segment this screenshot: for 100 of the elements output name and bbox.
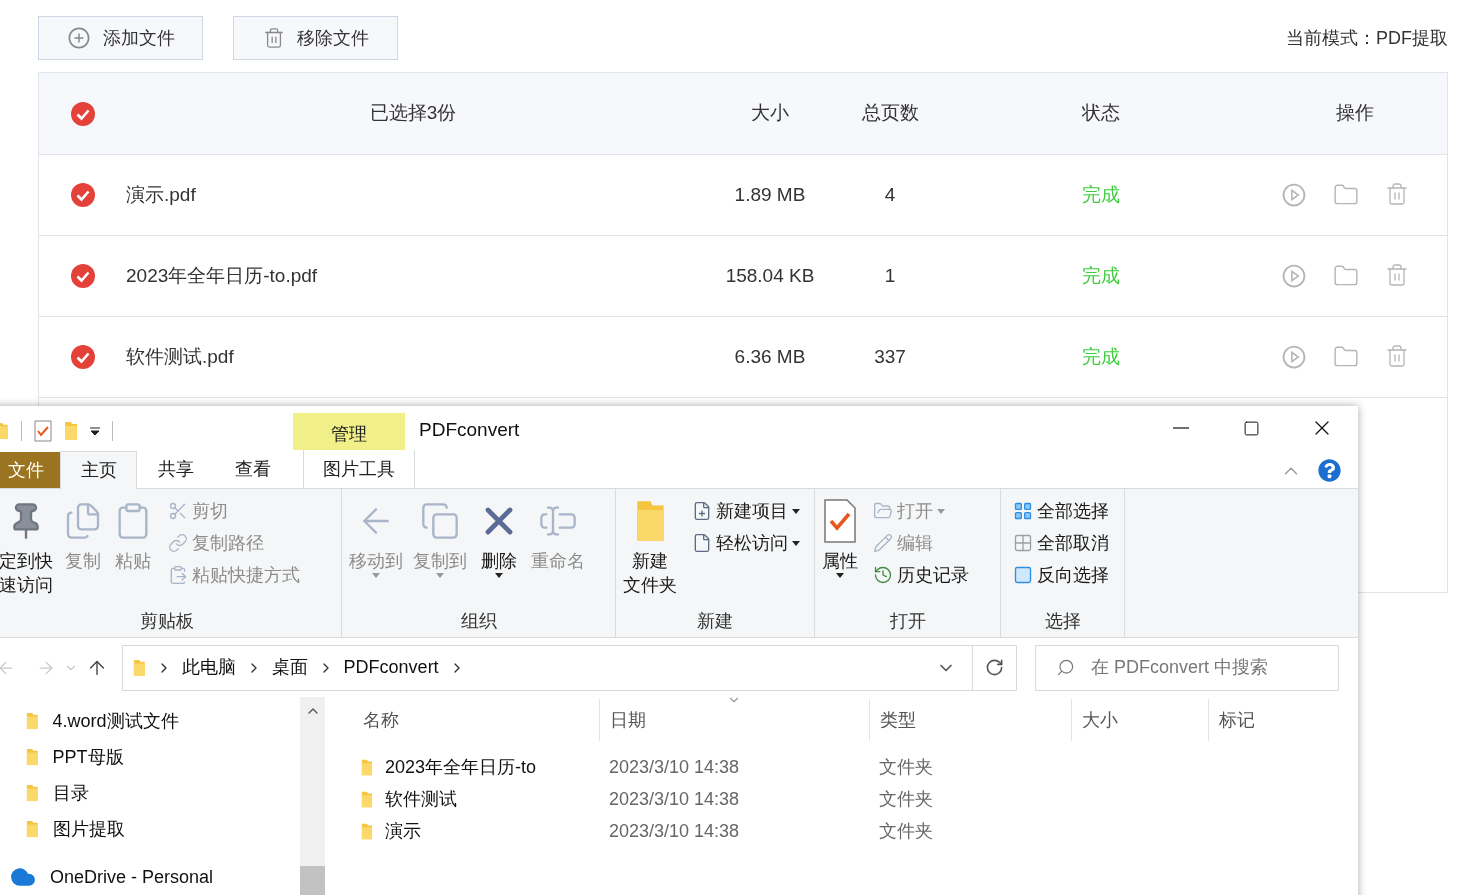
nav-item[interactable]: 图片提取 [0, 811, 300, 847]
checkbox[interactable] [69, 263, 96, 289]
link-icon [168, 533, 188, 553]
caret-icon [836, 573, 844, 578]
ribbon-tab[interactable]: 查看 [214, 450, 291, 488]
folder-icon [361, 822, 373, 840]
scrollbar-thumb[interactable] [300, 866, 325, 895]
paste-shortcut-icon [168, 565, 188, 585]
ribbon-tab[interactable]: 文件 [0, 452, 60, 488]
status-text: 完成 [1081, 263, 1121, 288]
open-icon [873, 501, 893, 521]
add-file-button[interactable]: 添加文件 [38, 16, 203, 60]
address-bar[interactable]: 此电脑 桌面 PDFconvert [122, 644, 1017, 691]
scissors-icon [168, 501, 188, 521]
group-label: 打开 [889, 610, 926, 633]
folder-icon [26, 712, 39, 730]
new-folder-icon [634, 499, 666, 543]
search-field[interactable]: 在 PDFconvert 中搜索 [1035, 644, 1339, 691]
plus-icon [66, 26, 91, 50]
new-item-icon [692, 501, 712, 521]
play-icon[interactable] [1280, 182, 1307, 208]
ribbon-button[interactable]: 属性 [819, 497, 861, 578]
column-header[interactable]: 大小 [1082, 706, 1118, 734]
edit-icon [873, 533, 893, 553]
file-name: 软件测试.pdf [126, 344, 235, 369]
properties-icon [823, 499, 857, 543]
ribbon-button[interactable]: 全部选择 [1009, 497, 1113, 525]
minimize-icon [1173, 427, 1189, 429]
date-cell-text: 2023/3/10 14:38 [608, 819, 741, 843]
status-text: 完成 [1081, 344, 1121, 369]
ribbon-tab[interactable]: 图片工具 [303, 450, 415, 488]
play-icon[interactable] [1280, 263, 1307, 289]
ribbon-tab[interactable]: 主页 [60, 451, 137, 489]
invert-selection-icon [1013, 565, 1033, 585]
breadcrumb[interactable]: 桌面 [271, 654, 308, 681]
history-icon [873, 565, 893, 585]
breadcrumb[interactable]: 此电脑 [181, 654, 236, 681]
file-name[interactable]: 演示 [384, 817, 421, 845]
file-name[interactable]: 软件测试 [384, 785, 457, 813]
mode-label: 当前模式：PDF提取 [1286, 26, 1448, 50]
nav-item[interactable]: 目录 [0, 775, 300, 811]
caret-icon [495, 573, 503, 578]
checkbox[interactable] [69, 182, 96, 208]
date-cell-text: 2023/3/10 14:38 [608, 787, 741, 811]
nav-item[interactable]: OneDrive - Personal [0, 859, 300, 895]
help-icon[interactable] [1318, 459, 1341, 482]
play-icon[interactable] [1280, 344, 1307, 370]
folder-icon [361, 790, 373, 808]
ribbon-button[interactable]: 新建项目 [688, 497, 804, 525]
column-header: 状态 [1081, 101, 1121, 126]
group-label: 选择 [1044, 610, 1081, 633]
ribbon-button[interactable]: 删除 [474, 497, 524, 578]
ribbon-button[interactable]: 新建 文件夹 [620, 497, 680, 597]
type-cell-text: 文件夹 [878, 787, 934, 811]
ribbon-tab[interactable]: 共享 [137, 450, 214, 488]
column-header: 总页数 [860, 101, 920, 126]
remove-file-button[interactable]: 移除文件 [233, 16, 398, 60]
folder-icon [26, 784, 39, 802]
copy-icon [420, 501, 460, 541]
caret-icon [372, 573, 380, 578]
table-cell-text: 1.89 MB [733, 182, 807, 207]
group-label: 剪贴板 [139, 610, 194, 633]
column-header[interactable]: 日期 [610, 706, 646, 734]
context-tab-header: 管理 [293, 413, 405, 450]
breadcrumb[interactable]: PDFconvert [343, 654, 439, 681]
refresh-icon[interactable] [985, 658, 1004, 677]
column-header[interactable]: 名称 [363, 706, 399, 734]
column-header: 大小 [750, 101, 790, 126]
trash-icon [262, 27, 285, 49]
search-icon [1056, 658, 1075, 677]
table-cell-text: 6.36 MB [733, 344, 807, 369]
date-cell-text: 2023/3/10 14:38 [608, 755, 741, 779]
ribbon-button[interactable]: 历史记录 [869, 561, 973, 589]
table-cell-text: 337 [873, 344, 907, 369]
window-title: PDFconvert [419, 418, 520, 442]
checkbox[interactable] [69, 100, 96, 127]
nav-item[interactable]: PPT母版 [0, 739, 300, 775]
table-cell-text: 1 [883, 263, 897, 288]
ribbon-button[interactable]: 轻松访问 [688, 529, 804, 557]
select-none-icon [1013, 533, 1033, 553]
checkbox[interactable] [69, 344, 96, 370]
group-label: 组织 [460, 610, 497, 633]
column-header: 已选择3份 [368, 101, 458, 126]
column-header[interactable]: 类型 [880, 706, 916, 734]
customize-icon[interactable] [89, 426, 100, 436]
ribbon-button[interactable]: 反向选择 [1009, 561, 1113, 589]
folder-icon [26, 748, 39, 766]
folder-icon [133, 658, 146, 677]
column-header[interactable]: 标记 [1219, 706, 1255, 734]
file-name[interactable]: 2023年全年日历-to [384, 753, 536, 781]
nav-item[interactable]: 4.word测试文件 [0, 703, 300, 739]
ribbon-button[interactable]: 定到快 速访问 [0, 497, 56, 597]
scrollbar[interactable] [300, 697, 325, 895]
file-icon [692, 533, 712, 553]
file-name: 2023年全年日历-to.pdf [126, 263, 319, 288]
folder-icon [361, 758, 373, 776]
group-label: 新建 [697, 610, 733, 633]
file-name: 演示.pdf [126, 182, 197, 207]
ribbon-button[interactable]: 全部取消 [1009, 529, 1113, 557]
select-all-icon [1013, 501, 1033, 521]
